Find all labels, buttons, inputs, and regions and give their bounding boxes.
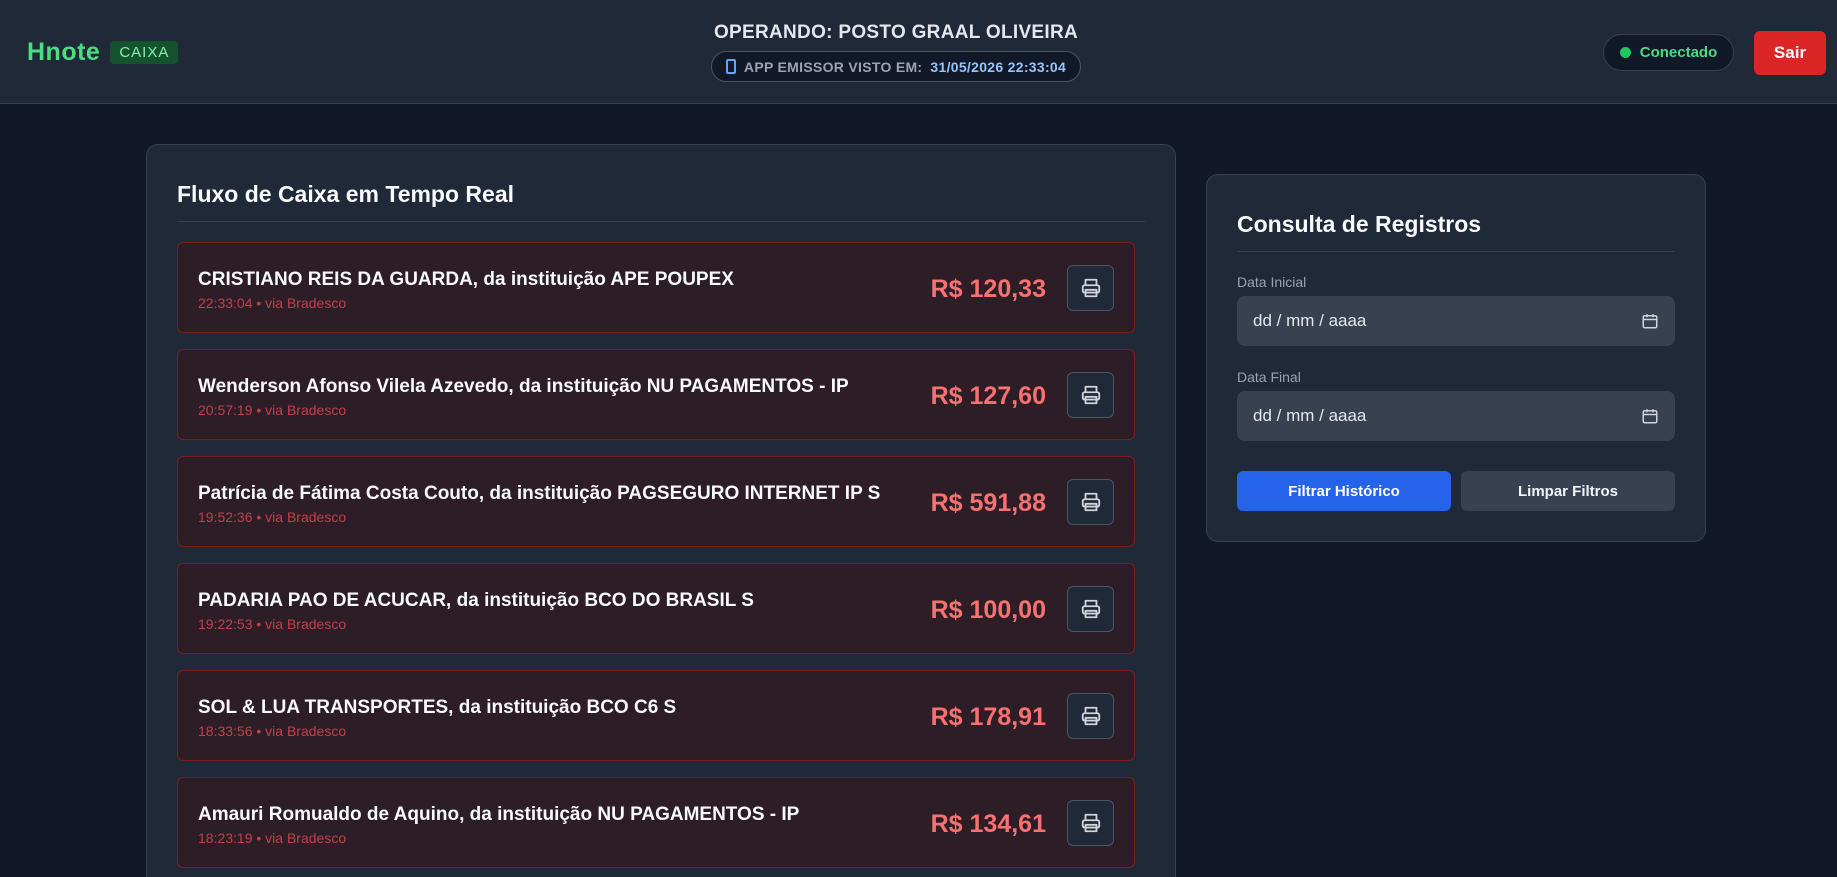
connection-status-label: Conectado — [1639, 44, 1718, 61]
print-receipt-button[interactable] — [1067, 265, 1114, 311]
start-date-label: Data Inicial — [1237, 274, 1307, 290]
transaction-meta: 20:57:19 • via Bradesco — [198, 402, 347, 418]
role-badge: CAIXA — [110, 41, 179, 64]
cash-flow-panel: Fluxo de Caixa em Tempo Real CRISTIANO R… — [146, 144, 1176, 877]
transaction-payer: Wenderson Afonso Vilela Azevedo, da inst… — [198, 376, 849, 397]
printer-icon — [1081, 706, 1100, 726]
calendar-icon[interactable] — [1641, 312, 1659, 330]
printer-icon — [1081, 278, 1100, 298]
transaction-meta: 22:33:04 • via Bradesco — [198, 295, 347, 311]
transaction-item: Amauri Romualdo de Aquino, da instituiçã… — [177, 777, 1135, 868]
transaction-amount: R$ 127,60 — [930, 382, 1046, 410]
transaction-item: CRISTIANO REIS DA GUARDA, da instituição… — [177, 242, 1135, 333]
transaction-meta: 19:22:53 • via Bradesco — [198, 616, 347, 632]
end-date-input[interactable]: dd / mm / aaaa — [1237, 391, 1675, 441]
print-receipt-button[interactable] — [1067, 372, 1114, 418]
clear-filters-button[interactable]: Limpar Filtros — [1461, 471, 1675, 511]
records-query-title: Consulta de Registros — [1237, 211, 1482, 237]
print-receipt-button[interactable] — [1067, 479, 1114, 525]
status-dot-icon — [1619, 47, 1631, 58]
divider — [1237, 251, 1675, 252]
brand: Hnote CAIXA — [27, 38, 179, 67]
transaction-payer: SOL & LUA TRANSPORTES, da instituição BC… — [198, 697, 677, 718]
start-date-placeholder: dd / mm / aaaa — [1253, 311, 1367, 330]
print-receipt-button[interactable] — [1067, 693, 1114, 739]
transaction-meta: 18:33:56 • via Bradesco — [198, 723, 347, 739]
connection-status: Conectado — [1603, 34, 1734, 71]
smartphone-icon — [725, 59, 736, 74]
top-bar: Hnote CAIXA OPERANDO: POSTO GRAAL OLIVEI… — [0, 0, 1837, 104]
records-query-panel: Consulta de Registros Data Inicial dd / … — [1206, 174, 1706, 542]
brand-name: Hnote — [27, 38, 101, 66]
logout-button[interactable]: Sair — [1754, 31, 1826, 75]
transaction-meta: 19:52:36 • via Bradesco — [198, 509, 347, 525]
transaction-meta: 18:23:19 • via Bradesco — [198, 830, 347, 846]
emitter-timestamp: 31/05/2026 22:33:04 — [930, 58, 1067, 75]
transaction-amount: R$ 178,91 — [930, 703, 1046, 731]
divider — [177, 221, 1145, 222]
operating-station: OPERANDO: POSTO GRAAL OLIVEIRA — [713, 22, 1079, 43]
printer-icon — [1081, 385, 1100, 405]
transaction-item: SOL & LUA TRANSPORTES, da instituição BC… — [177, 670, 1135, 761]
printer-icon — [1081, 599, 1100, 619]
transaction-payer: Amauri Romualdo de Aquino, da instituiçã… — [198, 804, 800, 825]
printer-icon — [1081, 492, 1100, 512]
transaction-item: Patrícia de Fátima Costa Couto, da insti… — [177, 456, 1135, 547]
transaction-list: CRISTIANO REIS DA GUARDA, da instituição… — [177, 242, 1135, 877]
transaction-amount: R$ 100,00 — [930, 596, 1046, 624]
calendar-icon[interactable] — [1641, 407, 1659, 425]
transaction-item: PADARIA PAO DE ACUCAR, da instituição BC… — [177, 563, 1135, 654]
operating-info: OPERANDO: POSTO GRAAL OLIVEIRA APP EMISS… — [687, 22, 1105, 82]
transaction-payer: CRISTIANO REIS DA GUARDA, da instituição… — [198, 269, 734, 290]
filter-history-button[interactable]: Filtrar Histórico — [1237, 471, 1451, 511]
transaction-amount: R$ 591,88 — [930, 489, 1046, 517]
print-receipt-button[interactable] — [1067, 586, 1114, 632]
cash-flow-title: Fluxo de Caixa em Tempo Real — [177, 181, 515, 207]
transaction-payer: PADARIA PAO DE ACUCAR, da instituição BC… — [198, 590, 754, 611]
emitter-label: APP EMISSOR VISTO EM: — [743, 58, 923, 75]
emitter-status-pill: APP EMISSOR VISTO EM: 31/05/2026 22:33:0… — [710, 51, 1082, 82]
transaction-item: Wenderson Afonso Vilela Azevedo, da inst… — [177, 349, 1135, 440]
transaction-amount: R$ 134,61 — [930, 810, 1046, 838]
transaction-amount: R$ 120,33 — [930, 275, 1046, 303]
printer-icon — [1081, 813, 1100, 833]
transaction-payer: Patrícia de Fátima Costa Couto, da insti… — [198, 483, 881, 504]
end-date-label: Data Final — [1237, 369, 1301, 385]
start-date-input[interactable]: dd / mm / aaaa — [1237, 296, 1675, 346]
end-date-placeholder: dd / mm / aaaa — [1253, 406, 1367, 425]
print-receipt-button[interactable] — [1067, 800, 1114, 846]
